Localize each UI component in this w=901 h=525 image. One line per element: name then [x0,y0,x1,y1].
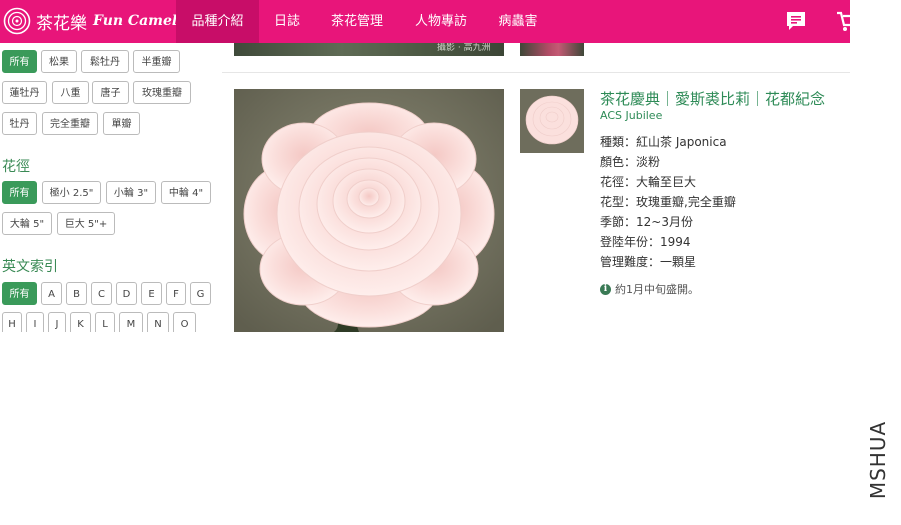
photo-credit: 攝影 · 高九洲 [437,43,491,53]
camellia-logo-icon [3,7,31,35]
form-filter-single[interactable]: 單瓣 [103,112,140,135]
watermark: MSHUA [866,410,890,510]
alpha-filter-h[interactable]: H [2,312,22,332]
alpha-filter-i[interactable]: I [26,312,44,332]
size-section-title: 花徑 [2,159,30,175]
alpha-section-title: 英文索引 [2,259,58,275]
camellia-thumbnail-image [520,89,584,153]
size-filter-medium[interactable]: 中輪 4" [161,181,211,204]
alpha-filter-m[interactable]: M [119,312,143,332]
alpha-filter-g[interactable]: G [190,282,211,305]
form-filter-karako[interactable]: 唐子 [92,81,129,104]
watermark-text: MSHUA [866,420,890,500]
info-icon: i [600,283,611,295]
detail-color: 顏色：淡粉 [600,155,661,169]
alpha-filter-d[interactable]: D [116,282,137,305]
alpha-filter-all[interactable]: 所有 [2,282,37,305]
alpha-filter-k[interactable]: K [70,312,91,332]
detail-form: 花型：玫瑰重瓣,完全重瓣 [600,195,736,209]
top-navbar: 茶花樂 Fun Camellia 品種介紹 日誌 茶花管理 人物專訪 病蟲害 [0,0,850,43]
form-filter-formal-double[interactable]: 完全重瓣 [42,112,98,135]
size-filter-all[interactable]: 所有 [2,181,37,204]
form-filter-yae[interactable]: 八重 [52,81,89,104]
form-filter-rose-double[interactable]: 玫瑰重瓣 [133,81,191,104]
alpha-filter-l[interactable]: L [95,312,115,332]
variety-thumbnail[interactable] [520,89,584,153]
camellia-flower-image [234,89,504,332]
form-filter-all[interactable]: 所有 [2,50,37,73]
alpha-filter-a[interactable]: A [41,282,62,305]
form-filter-lotus-peony[interactable]: 蓮牡丹 [2,81,47,104]
detail-size: 花徑：大輪至巨大 [600,175,697,189]
detail-difficulty: 管理難度：一顆星 [600,255,697,269]
form-filter-pinecone[interactable]: 松果 [41,50,77,73]
card-divider [222,72,850,73]
size-filter-large[interactable]: 大輪 5" [2,212,52,235]
alpha-filter-n[interactable]: N [147,312,169,332]
alpha-filter-e[interactable]: E [141,282,162,305]
form-filter-semi-double[interactable]: 半重瓣 [133,50,180,73]
alpha-filter-b[interactable]: B [66,282,87,305]
variety-title[interactable]: 茶花慶典｜愛斯裘比莉｜花都紀念 [600,88,825,109]
form-filter-loose-peony[interactable]: 鬆牡丹 [81,50,129,73]
detail-registration-year: 登陸年份：1994 [600,235,691,249]
brand-logo[interactable]: 茶花樂 Fun Camellia [3,6,197,36]
chat-icon[interactable] [784,9,808,33]
form-filter-peony[interactable]: 牡丹 [2,112,37,135]
nav-item-journal[interactable]: 日誌 [259,0,315,43]
alpha-filter-j[interactable]: J [48,312,66,332]
bloom-note: i 約1月中旬盛開。 [600,281,699,297]
nav-item-pests[interactable]: 病蟲害 [483,0,553,43]
nav-item-interviews[interactable]: 人物專訪 [399,0,483,43]
size-filter-very-large[interactable]: 巨大 5"+ [57,212,115,235]
previous-variety-thumbnail[interactable] [520,43,584,56]
size-filter-miniature[interactable]: 極小 2.5" [42,181,101,204]
cart-icon[interactable] [836,9,850,33]
variety-english-name: ACS Jubilee [600,109,663,122]
bloom-note-text: 約1月中旬盛開。 [615,283,699,296]
alpha-filter-c[interactable]: C [91,282,112,305]
page: 茶花樂 Fun Camellia 品種介紹 日誌 茶花管理 人物專訪 病蟲害 所… [0,0,850,332]
alpha-filter-f[interactable]: F [166,282,186,305]
detail-season: 季節：12~3月份 [600,215,693,229]
nav-item-care[interactable]: 茶花管理 [315,0,399,43]
alpha-filter-o[interactable]: O [173,312,196,332]
nav-item-varieties[interactable]: 品種介紹 [176,0,259,43]
variety-main-photo[interactable] [234,89,504,332]
detail-species: 種類：紅山茶 Japonica [600,135,727,149]
filter-sidebar: 所有 松果 鬆牡丹 半重瓣 蓮牡丹 八重 唐子 玫瑰重瓣 牡丹 完全重瓣 單瓣 … [0,43,222,332]
size-filter-small[interactable]: 小輪 3" [106,181,156,204]
brand-name-cn: 茶花樂 [36,13,87,34]
